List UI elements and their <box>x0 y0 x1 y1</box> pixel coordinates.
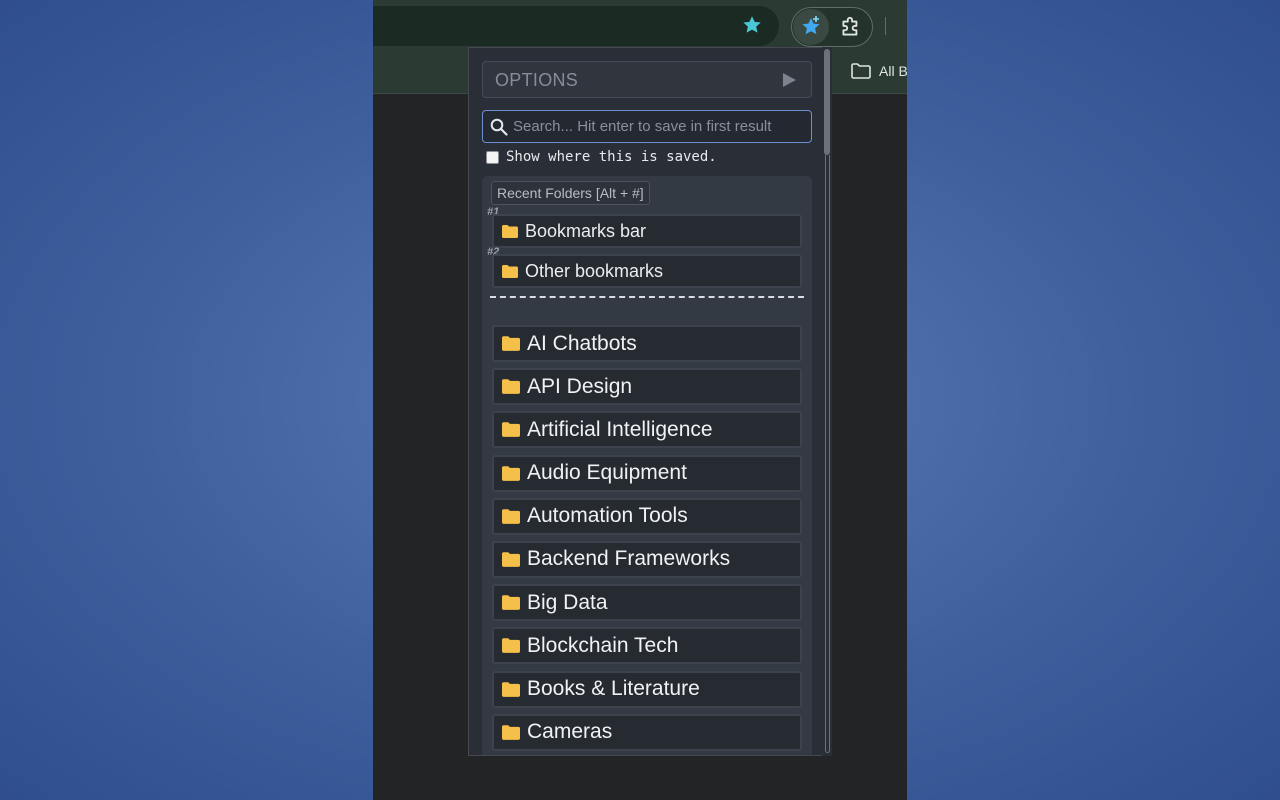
search-input[interactable] <box>513 112 805 141</box>
recent-folders-header: Recent Folders [Alt + #] <box>491 181 650 205</box>
folder-item[interactable]: Blockchain Tech <box>492 627 802 665</box>
folder-item[interactable]: Books & Literature <box>492 670 802 708</box>
folder-icon <box>502 224 518 238</box>
show-saved-checkbox[interactable] <box>486 150 499 164</box>
folder-label: API Design <box>527 374 633 398</box>
play-arrow-icon <box>781 72 797 93</box>
extension-group <box>791 7 873 47</box>
recent-folder-label: Other bookmarks <box>525 260 664 281</box>
scrollbar-rail <box>825 155 830 753</box>
recent-folder-item[interactable]: Bookmarks bar <box>492 214 802 248</box>
folder-icon <box>502 638 520 654</box>
folder-icon <box>502 681 520 697</box>
show-saved-label: Show where this is saved. <box>506 149 717 165</box>
folder-outline-icon <box>851 63 871 79</box>
toolbar-divider <box>885 17 886 35</box>
folder-icon <box>502 465 520 481</box>
folder-label: Artificial Intelligence <box>527 417 713 441</box>
folder-label: Cameras <box>527 720 613 744</box>
recent-folder-label: Bookmarks bar <box>525 220 647 241</box>
search-icon <box>490 118 508 141</box>
folder-icon <box>502 552 520 567</box>
star-icon[interactable] <box>741 14 763 36</box>
folder-icon <box>502 508 520 524</box>
folder-label: Blockchain Tech <box>527 633 679 657</box>
folder-icon <box>502 379 520 394</box>
folder-label: Audio Equipment <box>527 461 687 485</box>
folder-icon <box>502 595 520 610</box>
folder-item[interactable]: API Design <box>492 368 802 406</box>
folder-item[interactable]: Automation Tools <box>492 497 802 535</box>
address-bar[interactable] <box>373 6 779 46</box>
folder-icon <box>502 724 520 740</box>
bookmark-extension-icon <box>802 16 820 35</box>
bookmark-popup: OPTIONS Show where this is saved. Recent… <box>468 47 832 756</box>
all-bookmarks-label: All B <box>879 63 907 79</box>
folder-item[interactable]: Cameras <box>492 713 802 751</box>
folder-item[interactable]: Audio Equipment <box>492 454 802 492</box>
folder-label: Big Data <box>527 590 608 614</box>
separator <box>490 296 804 298</box>
scrollbar-thumb[interactable] <box>824 49 830 155</box>
folder-label: AI Chatbots <box>527 331 637 355</box>
all-bookmarks-button[interactable]: All B <box>851 61 907 81</box>
search-box <box>482 110 812 143</box>
folder-label: Books & Literature <box>527 677 700 700</box>
folder-label: Backend Frameworks <box>527 547 731 571</box>
options-label: OPTIONS <box>495 70 579 90</box>
folder-icon <box>502 336 520 351</box>
folder-item[interactable]: Backend Frameworks <box>492 540 802 578</box>
puzzle-icon[interactable] <box>838 14 864 40</box>
folder-icon <box>502 264 518 278</box>
folder-item[interactable]: Artificial Intelligence <box>492 411 802 449</box>
folder-panel: Recent Folders [Alt + #] #1 Bookmarks ba… <box>482 176 812 755</box>
options-toggle[interactable]: OPTIONS <box>482 61 812 98</box>
folder-item[interactable]: Big Data <box>492 584 802 622</box>
folder-list: AI Chatbots API Design Artificial Intell… <box>492 325 802 755</box>
show-saved-option[interactable]: Show where this is saved. <box>486 149 717 165</box>
folder-item[interactable]: AI Chatbots <box>492 325 802 362</box>
browser-toolbar <box>373 0 907 48</box>
folder-icon <box>502 422 520 438</box>
bookmark-extension-button[interactable] <box>793 9 829 45</box>
folder-label: Automation Tools <box>527 504 688 528</box>
recent-folder-item[interactable]: Other bookmarks <box>492 254 802 288</box>
